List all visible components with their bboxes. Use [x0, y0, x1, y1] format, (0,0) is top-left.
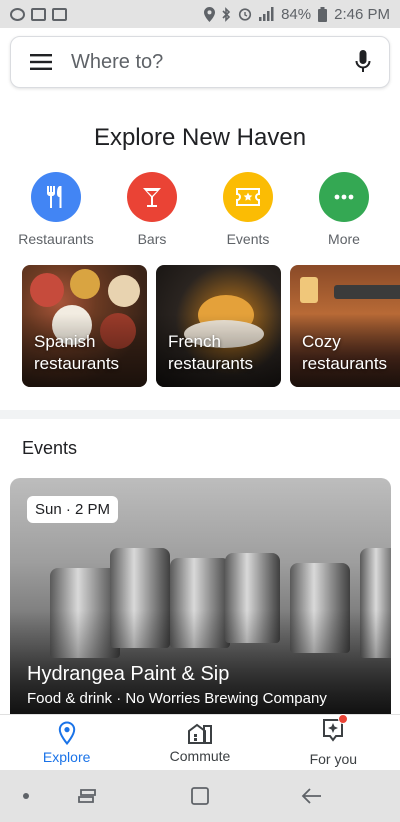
mail-icon [31, 7, 46, 21]
recent-apps-icon [78, 789, 96, 803]
nav-explore[interactable]: Explore [0, 715, 133, 770]
commute-building-icon [187, 723, 212, 744]
hamburger-menu-icon [30, 54, 52, 70]
notification-icons [10, 7, 67, 21]
nav-label: Explore [42, 748, 91, 765]
dot-indicator [23, 793, 29, 799]
nav-label: Commute [169, 747, 231, 764]
battery-percent: 84% [281, 5, 312, 23]
category-label: Events [226, 231, 270, 247]
notification-badge [338, 714, 349, 724]
event-meta: Food & drink · No Worries Brewing Compan… [27, 690, 327, 707]
back-arrow-icon [301, 788, 321, 804]
microphone-icon [355, 50, 371, 72]
card-french-restaurants[interactable]: French restaurants [156, 265, 281, 387]
explore-title: Explore New Haven [93, 124, 307, 151]
search-bar [10, 36, 390, 88]
section-divider [0, 410, 400, 419]
clock: 2:46 PM [334, 5, 390, 23]
category-bars[interactable]: Bars [108, 172, 196, 247]
signal-icon [259, 7, 274, 21]
system-navigation-bar [0, 770, 400, 822]
system-status: 84% 2:46 PM [204, 6, 390, 23]
nav-for-you[interactable]: For you [267, 714, 400, 770]
events-circle[interactable] [223, 172, 273, 222]
voice-search-button[interactable] [337, 36, 389, 88]
nav-commute[interactable]: Commute [133, 715, 266, 770]
nav-label: For you [309, 751, 358, 767]
event-time-badge: Sun · 2 PM [27, 496, 119, 523]
for-you-icon-wrap [322, 714, 349, 747]
card-title: Cozy restaurants [302, 332, 388, 373]
home-button[interactable] [188, 784, 212, 808]
category-label: Restaurants [18, 231, 94, 247]
event-name: Hydrangea Paint & Sip [27, 663, 230, 685]
menu-button[interactable] [11, 36, 71, 88]
restaurants-circle[interactable] [31, 172, 81, 222]
bottom-nav: Explore Commute For you [0, 714, 400, 770]
sync-icon [10, 7, 25, 21]
status-bar: 84% 2:46 PM [0, 0, 400, 28]
card-title: French restaurants [168, 332, 254, 373]
location-pin-icon [58, 720, 75, 745]
bars-circle[interactable] [127, 172, 177, 222]
category-row: Restaurants Bars Events More [0, 172, 400, 247]
cocktail-icon [143, 188, 161, 207]
card-cozy-restaurants[interactable]: Cozy restaurants [290, 265, 400, 387]
search-input[interactable] [71, 50, 337, 74]
recent-apps-button[interactable] [76, 784, 100, 808]
explore-cards: Spanish restaurants French restaurants C… [22, 265, 400, 387]
card-spanish-restaurants[interactable]: Spanish restaurants [22, 265, 147, 387]
bluetooth-icon [222, 6, 231, 22]
alarm-icon [238, 8, 252, 21]
more-dots-icon [334, 194, 354, 200]
card-title: Spanish restaurants [34, 332, 120, 373]
category-label: More [328, 231, 360, 247]
flipboard-icon [52, 7, 67, 21]
more-circle[interactable] [319, 172, 369, 222]
category-restaurants[interactable]: Restaurants [12, 172, 100, 247]
back-button[interactable] [300, 784, 324, 808]
battery-icon [318, 6, 328, 22]
fork-knife-icon [47, 186, 62, 208]
category-label: Bars [137, 231, 167, 247]
events-heading: Events [22, 438, 78, 458]
home-square-icon [191, 787, 209, 805]
event-card[interactable]: Sun · 2 PM Hydrangea Paint & Sip Food & … [10, 478, 391, 718]
category-events[interactable]: Events [204, 172, 292, 247]
location-icon [204, 6, 216, 22]
category-more[interactable]: More [300, 172, 388, 247]
ticket-icon [236, 188, 260, 206]
